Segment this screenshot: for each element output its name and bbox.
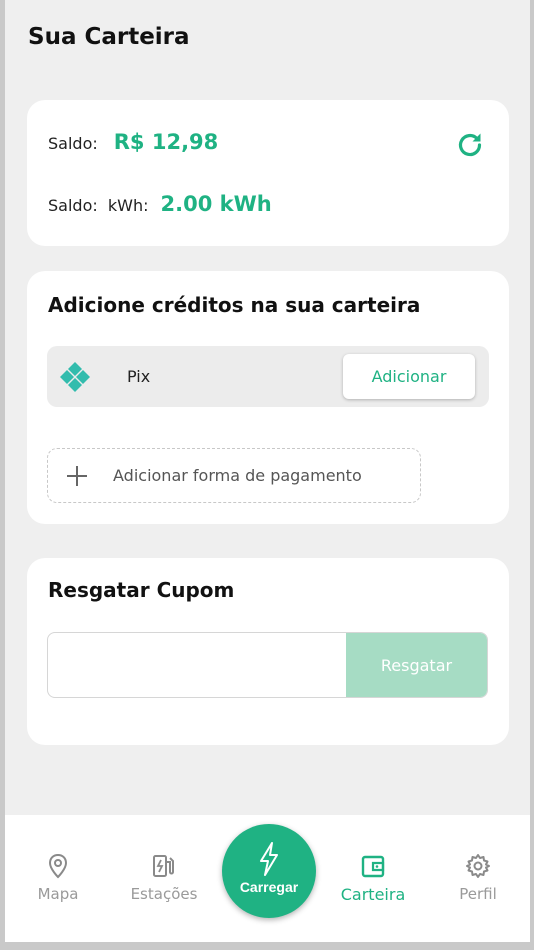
add-payment-method-label: Adicionar forma de pagamento bbox=[113, 466, 362, 485]
redeem-coupon-card: Resgatar Cupom Resgatar bbox=[27, 558, 509, 745]
redeem-coupon-title: Resgatar Cupom bbox=[48, 578, 235, 602]
add-credits-title: Adicione créditos na sua carteira bbox=[48, 293, 421, 317]
gear-icon bbox=[466, 854, 490, 878]
nav-label-wallet: Carteira bbox=[340, 885, 406, 904]
bottom-navigation: Mapa Estações Carregar Carteira Perfil bbox=[5, 815, 530, 942]
wallet-screen: Sua Carteira Saldo: R$ 12,98 Saldo: kWh:… bbox=[5, 0, 530, 942]
balance-card: Saldo: R$ 12,98 Saldo: kWh: 2.00 kWh bbox=[27, 100, 509, 246]
charging-station-icon bbox=[153, 855, 174, 877]
nav-item-wallet[interactable]: Carteira bbox=[328, 853, 418, 904]
balance-money-row: Saldo: R$ 12,98 bbox=[48, 130, 218, 154]
balance-kwh-value: 2.00 kWh bbox=[160, 192, 272, 216]
balance-kwh-label: Saldo: kWh: bbox=[48, 196, 149, 215]
nav-item-map[interactable]: Mapa bbox=[13, 853, 103, 903]
pix-icon bbox=[60, 362, 90, 392]
redeem-button[interactable]: Resgatar bbox=[346, 633, 487, 697]
map-pin-icon bbox=[48, 853, 68, 879]
nav-item-profile[interactable]: Perfil bbox=[433, 853, 523, 903]
add-credit-button[interactable]: Adicionar bbox=[343, 354, 475, 399]
nav-item-stations[interactable]: Estações bbox=[119, 853, 209, 903]
add-credits-card: Adicione créditos na sua carteira Pix Ad… bbox=[27, 271, 509, 524]
page-title: Sua Carteira bbox=[28, 24, 190, 50]
plus-icon bbox=[66, 465, 88, 487]
bolt-icon bbox=[260, 842, 278, 876]
balance-money-value: R$ 12,98 bbox=[113, 130, 219, 154]
wallet-icon bbox=[361, 855, 385, 878]
nav-label-profile: Perfil bbox=[459, 885, 497, 903]
coupon-input-group: Resgatar bbox=[47, 632, 488, 698]
balance-money-label: Saldo: bbox=[48, 134, 98, 153]
add-payment-method-button[interactable]: Adicionar forma de pagamento bbox=[47, 448, 421, 503]
charge-button[interactable]: Carregar bbox=[222, 824, 316, 918]
coupon-input[interactable] bbox=[48, 633, 348, 697]
payment-method-pix: Pix Adicionar bbox=[47, 346, 489, 407]
refresh-icon[interactable] bbox=[455, 130, 485, 160]
payment-method-label: Pix bbox=[127, 367, 151, 386]
charge-button-label: Carregar bbox=[239, 879, 299, 895]
nav-label-map: Mapa bbox=[37, 885, 79, 903]
nav-label-stations: Estações bbox=[130, 885, 198, 903]
balance-kwh-row: Saldo: kWh: 2.00 kWh bbox=[48, 192, 272, 216]
